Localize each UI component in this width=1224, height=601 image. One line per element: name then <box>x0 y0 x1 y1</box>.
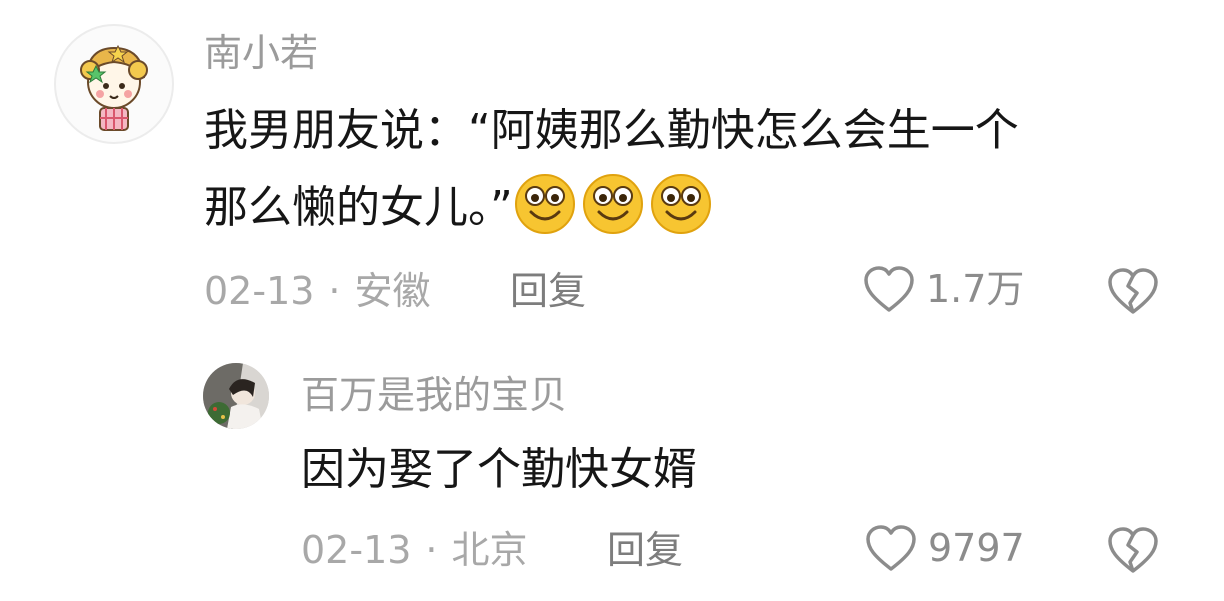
broken-heart-icon[interactable] <box>1106 266 1160 316</box>
like-button[interactable]: 9797 <box>864 523 1025 573</box>
broken-heart-icon[interactable] <box>1106 525 1160 575</box>
meta-separator: · <box>425 528 438 572</box>
avatar[interactable] <box>54 24 174 144</box>
comment-text: 那么懒的女儿。” <box>204 182 513 233</box>
heart-outline-icon <box>864 266 914 312</box>
comment-text-line-1: 我男朋友说：“阿姨那么勤快怎么会生一个 <box>204 105 1019 156</box>
smiling-face-emoji-icon <box>582 174 643 234</box>
reply-meta: 02-13 · 北京 <box>301 531 528 569</box>
smiling-face-emoji-icon <box>514 174 575 234</box>
comment-location: 安徽 <box>354 269 431 313</box>
reply-button[interactable]: 回复 <box>510 272 586 310</box>
like-count: 1.7万 <box>926 267 1025 311</box>
reply-date: 02-13 <box>301 528 412 572</box>
reply-username[interactable]: 百万是我的宝贝 <box>301 376 567 414</box>
comment-meta: 02-13 · 安徽 <box>204 272 431 310</box>
like-count: 9797 <box>928 526 1025 570</box>
smiling-face-emoji-icon <box>650 174 711 234</box>
comment-username[interactable]: 南小若 <box>204 34 318 72</box>
reply-button[interactable]: 回复 <box>607 531 683 569</box>
reply-text: 因为娶了个勤快女婿 <box>301 444 697 495</box>
comment-date: 02-13 <box>204 269 315 313</box>
meta-separator: · <box>328 269 341 313</box>
avatar[interactable] <box>203 363 269 429</box>
like-button[interactable]: 1.7万 <box>862 264 1024 314</box>
emoji-group <box>513 174 717 234</box>
comment-text-line-2: 那么懒的女儿。” <box>204 172 717 241</box>
reply-location: 北京 <box>451 528 528 572</box>
heart-outline-icon <box>866 525 916 571</box>
